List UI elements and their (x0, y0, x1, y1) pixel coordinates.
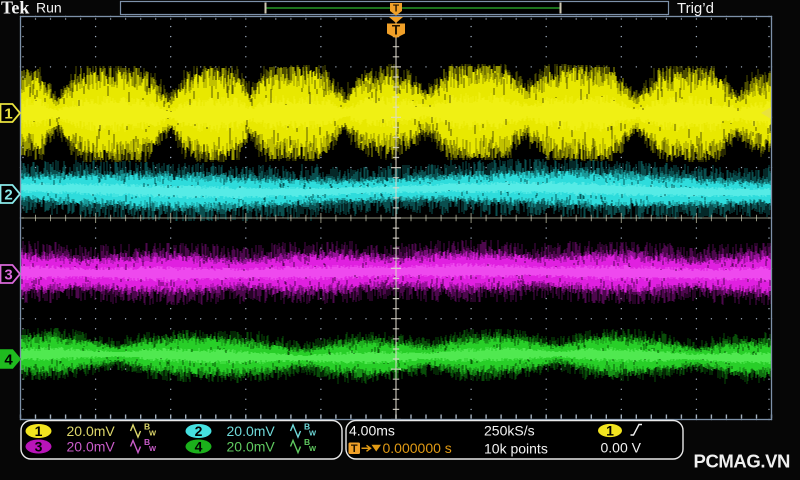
svg-text:PCMAG.VN: PCMAG.VN (694, 451, 791, 472)
svg-text:0.00 V: 0.00 V (601, 440, 642, 456)
svg-text:20.0mV: 20.0mV (67, 423, 116, 439)
svg-text:20.0mV: 20.0mV (227, 439, 276, 455)
svg-text:Run: Run (36, 0, 62, 16)
svg-text:T: T (392, 23, 401, 38)
svg-text:2: 2 (195, 423, 203, 439)
svg-text:W: W (149, 429, 157, 438)
svg-text:20.0mV: 20.0mV (227, 423, 276, 439)
svg-text:T: T (393, 4, 399, 15)
svg-text:4: 4 (195, 439, 203, 455)
svg-text:1: 1 (35, 423, 43, 439)
svg-text:250kS/s: 250kS/s (484, 423, 535, 439)
svg-text:1: 1 (606, 423, 614, 439)
svg-text:W: W (309, 444, 317, 453)
svg-text:Trig’d: Trig’d (677, 0, 714, 17)
svg-text:W: W (309, 429, 317, 438)
svg-text:T: T (351, 443, 358, 455)
svg-text:0.000000 s: 0.000000 s (383, 440, 452, 456)
svg-text:10k points: 10k points (484, 441, 548, 457)
svg-text:1: 1 (4, 106, 12, 123)
svg-text:4.00ms: 4.00ms (349, 423, 395, 439)
svg-text:W: W (149, 444, 157, 453)
svg-text:4: 4 (4, 352, 13, 369)
svg-text:3: 3 (35, 439, 43, 455)
svg-text:3: 3 (4, 267, 12, 284)
svg-text:2: 2 (4, 187, 12, 204)
svg-text:Tek: Tek (1, 0, 29, 18)
svg-text:20.0mV: 20.0mV (67, 439, 116, 455)
